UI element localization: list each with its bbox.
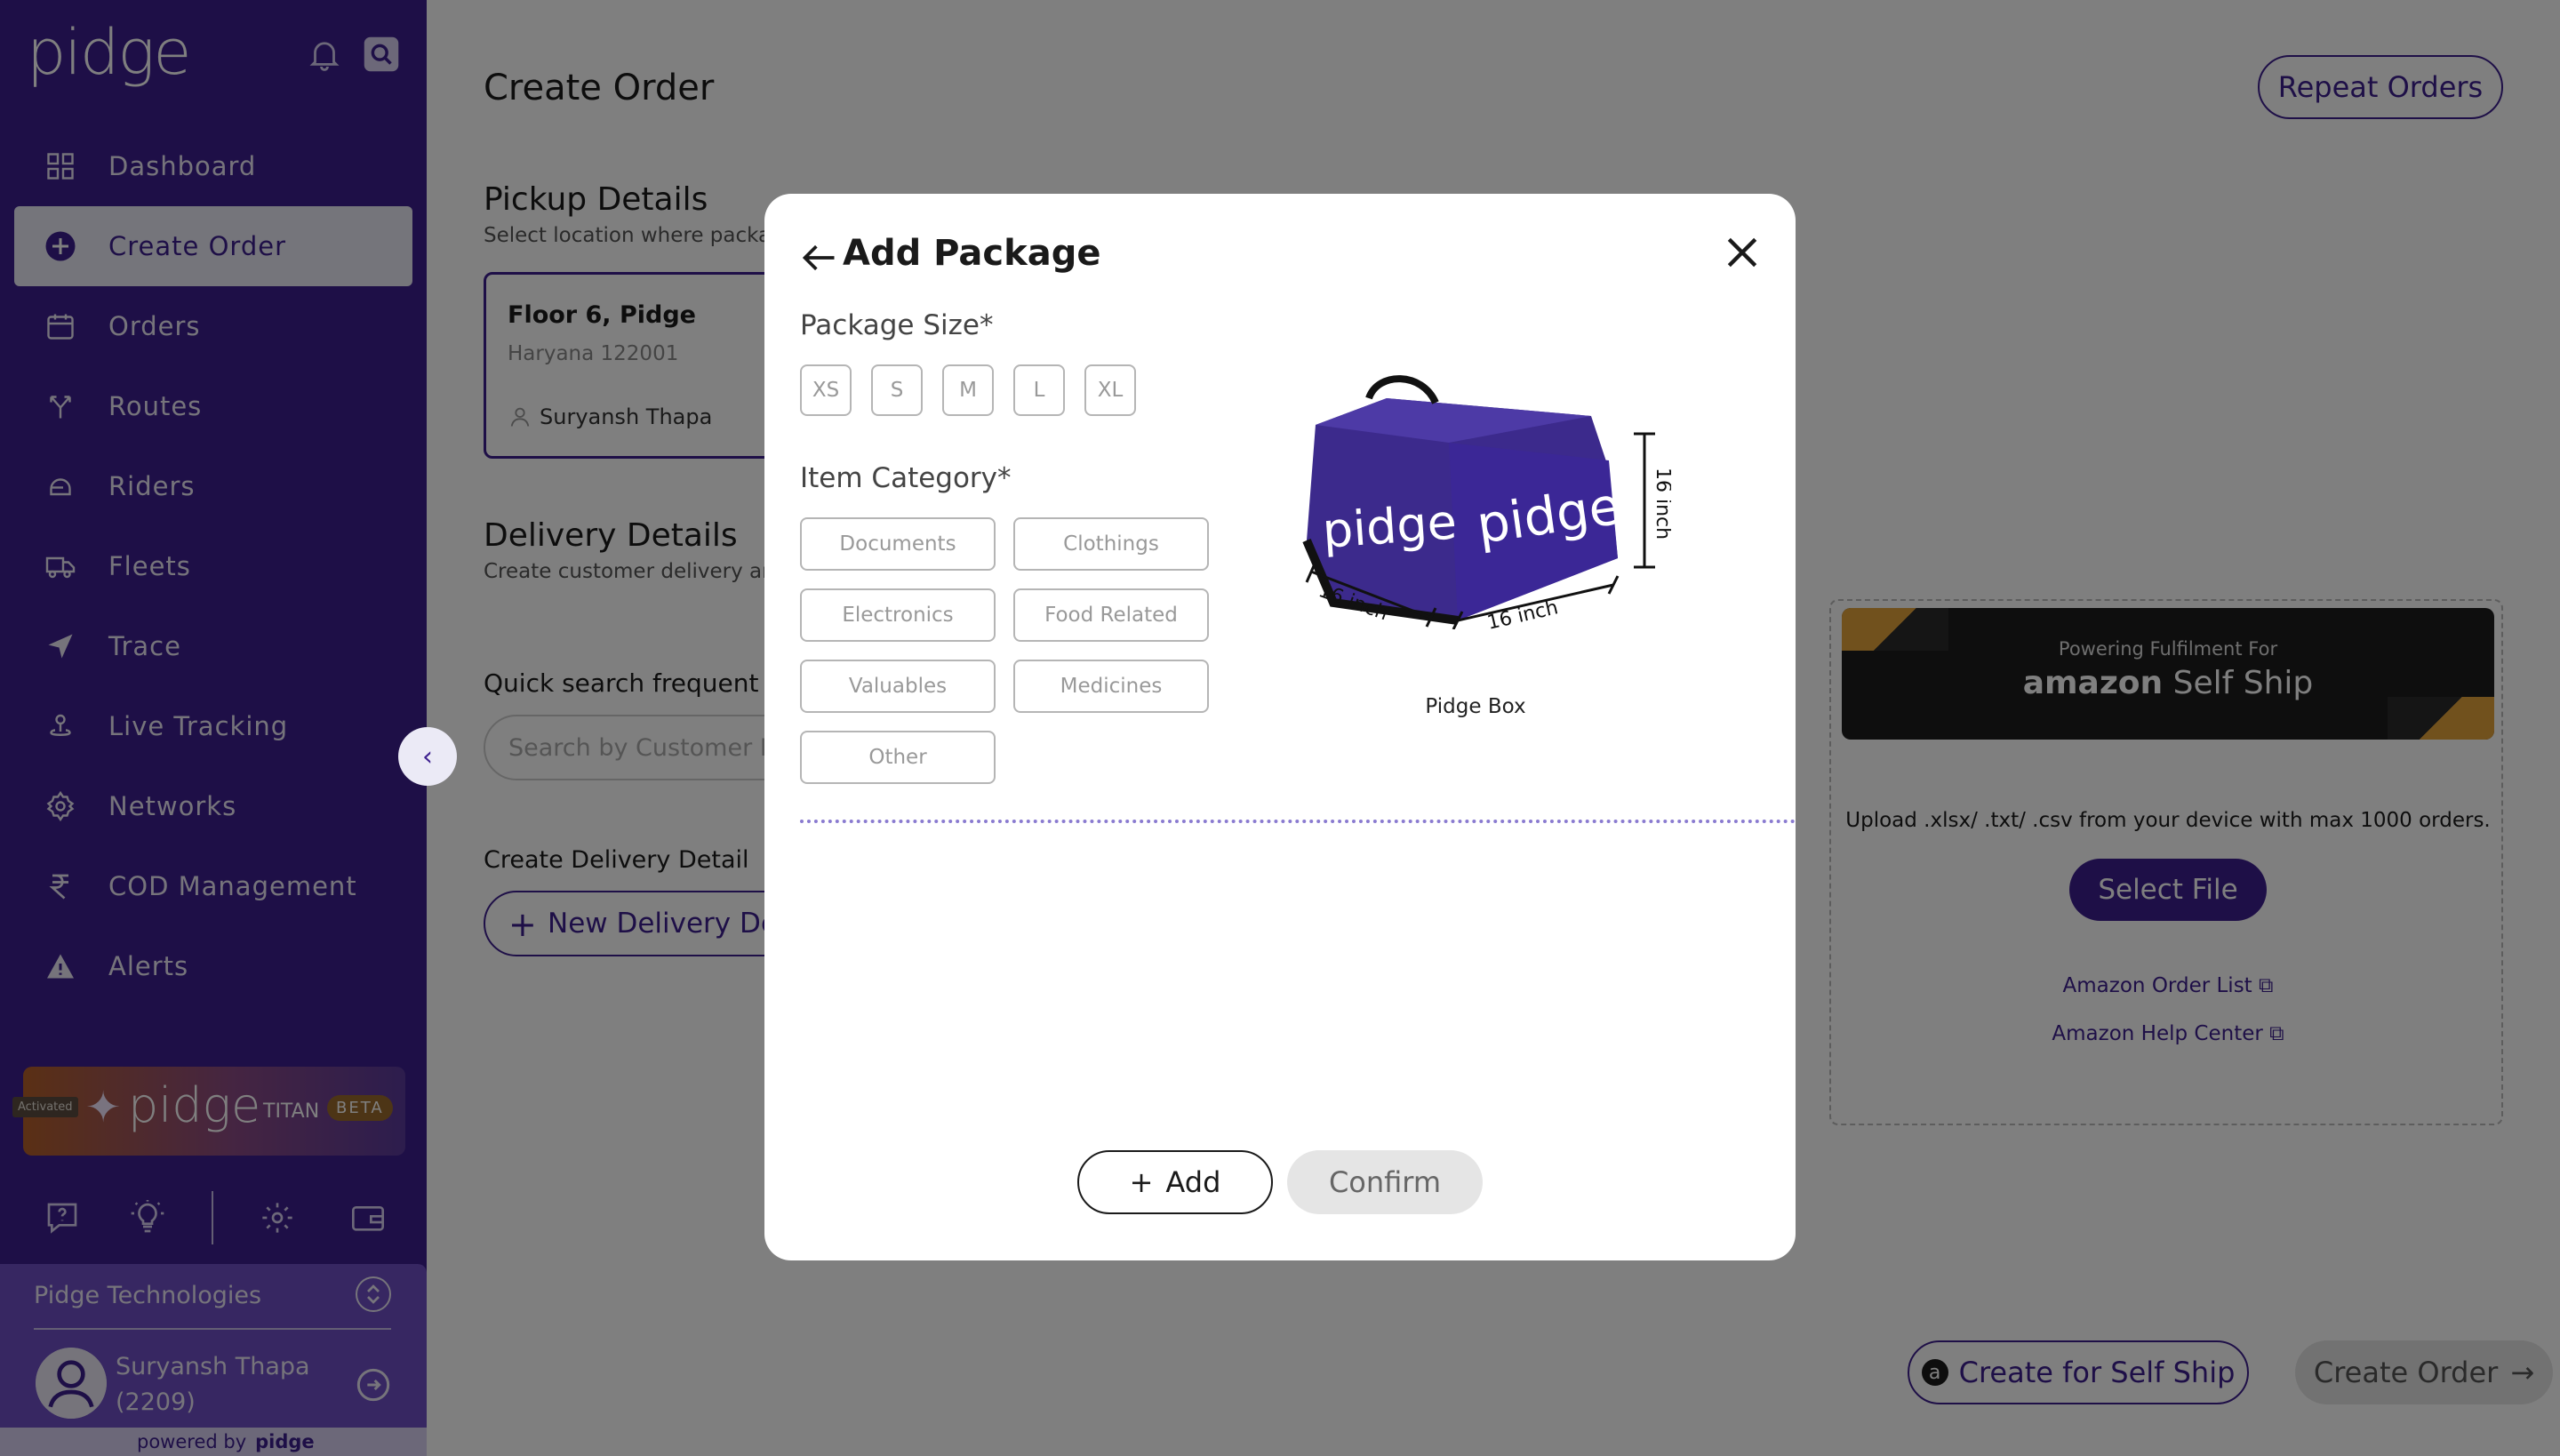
add-package-modal: Add Package Package Size* XS S M L XL It… (764, 194, 1796, 1260)
close-icon[interactable] (1723, 233, 1762, 272)
add-button[interactable]: + Add (1077, 1150, 1273, 1214)
dimension-height: 16 inch (1652, 468, 1671, 540)
add-label: Add (1165, 1165, 1221, 1199)
size-option-xs[interactable]: XS (800, 364, 852, 416)
category-other[interactable]: Other (800, 731, 996, 784)
chevron-left-icon: ‹ (422, 740, 433, 772)
pidge-box-illustration: pidge pidge 16 inch 16 inch 16 inch (1302, 375, 1671, 629)
modal-title: Add Package (843, 233, 1101, 274)
confirm-button[interactable]: Confirm (1287, 1150, 1483, 1214)
category-documents[interactable]: Documents (800, 517, 996, 571)
size-option-l[interactable]: L (1013, 364, 1065, 416)
size-option-xl[interactable]: XL (1084, 364, 1136, 416)
category-food-related[interactable]: Food Related (1013, 588, 1209, 642)
category-valuables[interactable]: Valuables (800, 660, 996, 713)
back-arrow-icon[interactable] (800, 238, 839, 277)
bag-brand-front: pidge (1321, 493, 1459, 558)
size-option-s[interactable]: S (871, 364, 923, 416)
bag-caption: Pidge Box (1425, 695, 1526, 718)
item-category-label: Item Category* (800, 462, 1012, 494)
category-electronics[interactable]: Electronics (800, 588, 996, 642)
collapse-sidebar-button[interactable]: ‹ (398, 727, 457, 786)
modal-divider (800, 820, 1796, 823)
category-clothings[interactable]: Clothings (1013, 517, 1209, 571)
plus-icon: + (1129, 1165, 1154, 1199)
package-size-label: Package Size* (800, 309, 994, 341)
category-medicines[interactable]: Medicines (1013, 660, 1209, 713)
size-option-m[interactable]: M (942, 364, 994, 416)
